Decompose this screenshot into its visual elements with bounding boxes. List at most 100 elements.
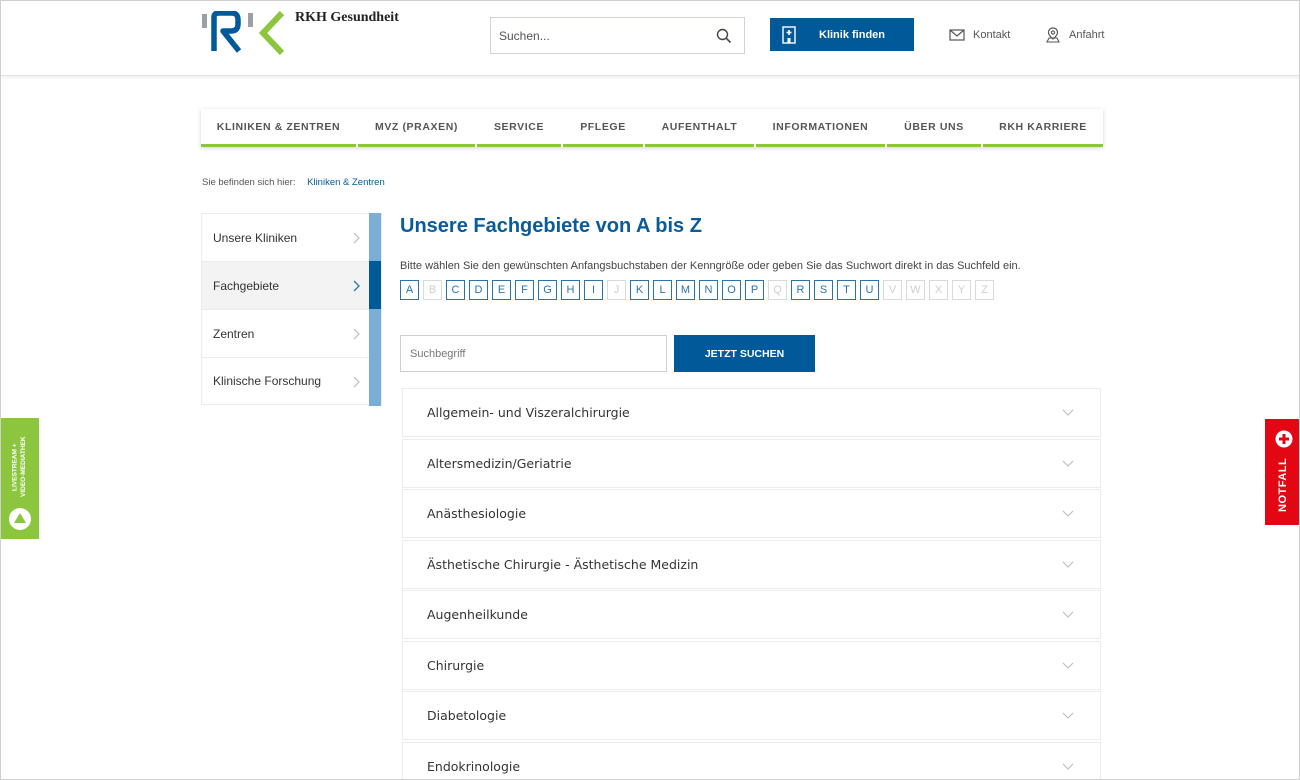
letter-m-button[interactable]: M [676, 280, 695, 300]
specialty-accordion: Allgemein- und Viszeralchirurgie Altersme… [402, 388, 1101, 779]
play-icon [9, 508, 31, 530]
breadcrumb-link[interactable]: Kliniken & Zentren [307, 177, 385, 188]
accordion-item-label: Anästhesiologie [427, 506, 527, 521]
anfahrt-label: Anfahrt [1069, 29, 1105, 41]
chevron-down-icon [1062, 712, 1074, 719]
livestream-tab[interactable]: LIVESTREAM + VIDEO-MEDIATHEK [1, 418, 39, 539]
letter-q-button: Q [768, 280, 787, 300]
letter-i-button[interactable]: I [584, 280, 603, 300]
letter-e-button[interactable]: E [492, 280, 511, 300]
notfall-label: NOTFALL [1277, 457, 1289, 513]
accordion-item-label: Ästhetische Chirurgie - Ästhetische Medi… [427, 556, 699, 572]
search-icon[interactable] [716, 28, 732, 44]
chevron-down-icon [1062, 662, 1074, 669]
accordion-item-label: Augenheilkunde [427, 607, 528, 622]
letter-p-button[interactable]: P [745, 280, 764, 300]
nav-item-aufenthalt[interactable]: AUFENTHALT [645, 109, 754, 147]
letter-c-button[interactable]: C [446, 280, 465, 300]
kontakt-label: Kontakt [973, 29, 1011, 41]
letter-x-button: X [929, 280, 948, 300]
alphabet-filter: ABCDEFGHIJKLMNOPQRSTUVWXYZ [400, 280, 998, 300]
sidebar-item-label: Zentren [213, 326, 255, 341]
sidebar-item-zentren[interactable]: Zentren [201, 309, 382, 358]
chevron-right-icon [353, 328, 360, 340]
nav-item-kliniken-zentren[interactable]: KLINIKEN & ZENTREN [201, 109, 356, 147]
sidebar-item-label: Fachgebiete [213, 278, 280, 293]
letter-z-button: Z [975, 280, 994, 300]
kontakt-link[interactable]: Kontakt [949, 27, 1010, 43]
notfall-tab[interactable]: NOTFALL [1265, 419, 1299, 525]
accordion-item-label: Chirurgie [427, 657, 485, 673]
accordion-item[interactable]: Chirurgie [402, 640, 1101, 690]
letter-b-button: B [423, 280, 442, 300]
accordion-item[interactable]: Anästhesiologie [402, 489, 1101, 538]
accordion-item-label: Diabetologie [427, 708, 507, 723]
letter-h-button[interactable]: H [561, 280, 580, 300]
sidebar-item-fachgebiete[interactable]: Fachgebiete [201, 261, 382, 310]
sidebar-accent-bar [369, 261, 381, 310]
accordion-item-label: Endokrinologie [427, 758, 521, 774]
chevron-down-icon [1062, 460, 1074, 467]
letter-a-button[interactable]: A [400, 280, 419, 300]
accordion-item[interactable]: Allgemein- und Viszeralchirurgie [402, 388, 1101, 437]
letter-j-button: J [607, 280, 626, 300]
page-title: Unsere Fachgebiete von A bis Z [400, 215, 702, 237]
specialty-search-input[interactable] [401, 336, 666, 371]
nav-item-service[interactable]: SERVICE [477, 109, 561, 147]
letter-t-button[interactable]: T [837, 280, 856, 300]
letter-o-button[interactable]: O [722, 280, 741, 300]
chevron-down-icon [1062, 561, 1074, 568]
nav-item-pflege[interactable]: PFLEGE [563, 109, 643, 147]
jetzt-suchen-button[interactable]: JETZT SUCHEN [674, 335, 815, 372]
nav-item-rkh-karriere[interactable]: RKH KARRIERE [983, 109, 1103, 147]
chevron-down-icon [1062, 510, 1074, 517]
letter-l-button[interactable]: L [653, 280, 672, 300]
livestream-label-line1: LIVESTREAM + [11, 443, 19, 491]
rkh-logo[interactable] [202, 11, 287, 55]
chevron-right-icon [353, 376, 360, 388]
letter-d-button[interactable]: D [469, 280, 488, 300]
letter-s-button[interactable]: S [814, 280, 833, 300]
accordion-item[interactable]: Endokrinologie [402, 741, 1101, 779]
mail-icon [949, 29, 965, 41]
klinik-finden-button[interactable]: Klinik finden [770, 18, 914, 51]
nav-item-informationen[interactable]: INFORMATIONEN [756, 109, 885, 147]
page-frame: RKH Gesundheit Klinik finden Kontakt [0, 0, 1300, 780]
anfahrt-link[interactable]: Anfahrt [1045, 27, 1104, 43]
map-pin-icon [1046, 27, 1060, 43]
header-search-input[interactable] [499, 18, 699, 53]
livestream-label: LIVESTREAM + VIDEO-MEDIATHEK [5, 426, 35, 508]
sidebar: Unsere Kliniken Fachgebiete Zentren Klin… [201, 213, 382, 406]
letter-n-button[interactable]: N [699, 280, 718, 300]
sidebar-item-label: Unsere Kliniken [213, 230, 298, 245]
accordion-item[interactable]: Diabetologie [402, 691, 1101, 740]
accordion-item-label: Allgemein- und Viszeralchirurgie [427, 405, 630, 420]
letter-k-button[interactable]: K [630, 280, 649, 300]
chevron-down-icon [1062, 409, 1074, 416]
sidebar-item-klinische-forschung[interactable]: Klinische Forschung [201, 357, 382, 406]
letter-u-button[interactable]: U [860, 280, 879, 300]
plus-circle-icon [1275, 430, 1293, 448]
letter-r-button[interactable]: R [791, 280, 810, 300]
hospital-icon [782, 25, 796, 44]
breadcrumb: Sie befinden sich hier: Kliniken & Zentr… [202, 177, 385, 188]
sidebar-item-unsere-kliniken[interactable]: Unsere Kliniken [201, 213, 382, 262]
accordion-item-label: Altersmedizin/Geriatrie [427, 455, 572, 471]
header-search [490, 17, 745, 54]
brand-name: RKH Gesundheit [295, 10, 399, 25]
chevron-down-icon [1062, 611, 1074, 618]
letter-g-button[interactable]: G [538, 280, 557, 300]
sidebar-accent-bar [369, 357, 381, 406]
nav-item-ueber-uns[interactable]: ÜBER UNS [887, 109, 981, 147]
accordion-item[interactable]: Altersmedizin/Geriatrie [402, 438, 1101, 488]
letter-f-button[interactable]: F [515, 280, 534, 300]
chevron-right-icon [353, 280, 360, 292]
letter-w-button: W [906, 280, 925, 300]
nav-item-mvz[interactable]: MVZ (PRAXEN) [358, 109, 475, 147]
accordion-item[interactable]: Augenheilkunde [402, 590, 1101, 639]
letter-y-button: Y [952, 280, 971, 300]
accordion-item[interactable]: Ästhetische Chirurgie - Ästhetische Medi… [402, 539, 1101, 589]
sidebar-accent-bar [369, 213, 381, 262]
chevron-down-icon [1062, 763, 1074, 770]
klinik-finden-label: Klinik finden [819, 28, 885, 41]
